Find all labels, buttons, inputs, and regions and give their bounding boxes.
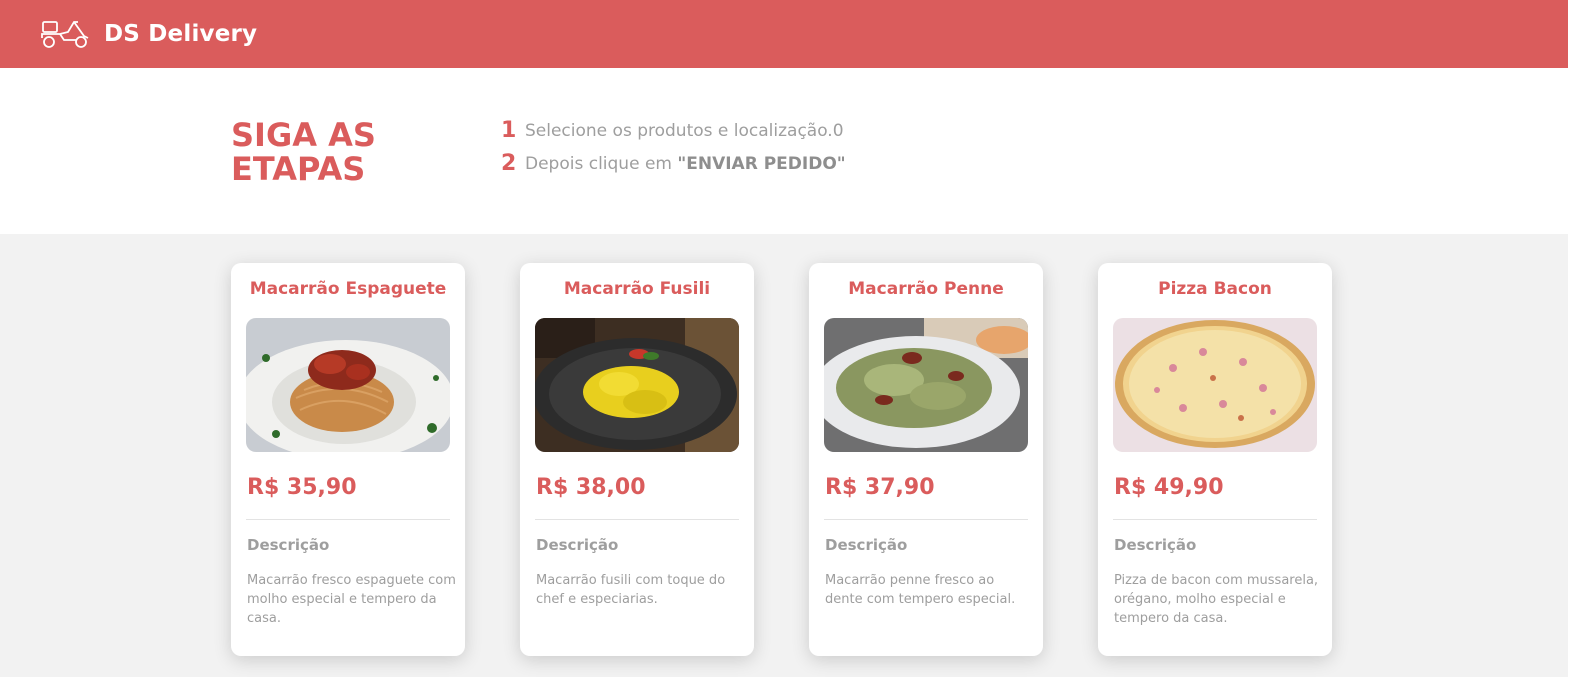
pizza-photo <box>1113 318 1317 452</box>
product-card[interactable]: Macarrão Penne R$ 37,90 Descrição Macarr… <box>809 263 1043 656</box>
product-description: Macarrão penne fresco ao dente com tempe… <box>825 573 1016 607</box>
spaghetti-photo <box>246 318 450 452</box>
description-title: Descrição <box>825 536 908 554</box>
product-name: Macarrão Penne <box>848 279 1004 299</box>
product-image <box>1113 318 1317 452</box>
divider <box>246 519 450 520</box>
step-number: 2 <box>501 151 517 176</box>
step-text: Depois clique em "ENVIAR PEDIDO" <box>525 153 846 174</box>
scrollbar-track[interactable] <box>1568 0 1579 677</box>
steps-list: 1 Selecione os produtos e localização.0 … <box>501 114 846 180</box>
product-image <box>824 318 1028 452</box>
product-description: Pizza de bacon com mussarela, orégano, m… <box>1114 573 1319 626</box>
divider <box>1113 519 1317 520</box>
step-text: Selecione os produtos e localização.0 <box>525 120 844 141</box>
product-card[interactable]: Macarrão Espaguete R$ 35,90 Descrição Ma… <box>231 263 465 656</box>
delivery-scooter-icon <box>41 21 89 48</box>
products-section: Macarrão Espaguete R$ 35,90 Descrição Ma… <box>0 234 1568 677</box>
steps-title-line2: ETAPAS <box>231 150 366 188</box>
product-card[interactable]: Pizza Bacon R$ 49,90 Descrição Pizza de … <box>1098 263 1332 656</box>
product-image <box>246 318 450 452</box>
steps-title-line1: SIGA AS <box>231 116 376 154</box>
product-price: R$ 35,90 <box>247 475 357 500</box>
step-number: 1 <box>501 118 517 143</box>
divider <box>824 519 1028 520</box>
brand-title[interactable]: DS Delivery <box>104 21 257 47</box>
steps-section: SIGA AS ETAPAS 1 Selecione os produtos e… <box>0 68 1568 234</box>
step-highlight: "ENVIAR PEDIDO" <box>677 153 846 174</box>
step-item: 1 Selecione os produtos e localização.0 <box>501 114 846 147</box>
step-item: 2 Depois clique em "ENVIAR PEDIDO" <box>501 147 846 180</box>
description-title: Descrição <box>536 536 619 554</box>
product-name: Macarrão Espaguete <box>249 279 447 299</box>
description-title: Descrição <box>247 536 330 554</box>
navbar: DS Delivery <box>0 0 1568 68</box>
product-name: Pizza Bacon <box>1158 279 1272 299</box>
product-price: R$ 49,90 <box>1114 475 1224 500</box>
description-title: Descrição <box>1114 536 1197 554</box>
product-description: Macarrão fresco espaguete com molho espe… <box>247 573 456 626</box>
divider <box>535 519 739 520</box>
steps-title: SIGA AS ETAPAS <box>231 118 431 186</box>
product-image <box>535 318 739 452</box>
fusili-photo <box>535 318 739 452</box>
product-price: R$ 37,90 <box>825 475 935 500</box>
product-price: R$ 38,00 <box>536 475 646 500</box>
product-description: Macarrão fusili com toque do chef e espe… <box>536 573 726 607</box>
product-name: Macarrão Fusili <box>563 279 711 299</box>
penne-photo <box>824 318 1028 452</box>
product-card[interactable]: Macarrão Fusili R$ 38,00 Descrição Macar… <box>520 263 754 656</box>
